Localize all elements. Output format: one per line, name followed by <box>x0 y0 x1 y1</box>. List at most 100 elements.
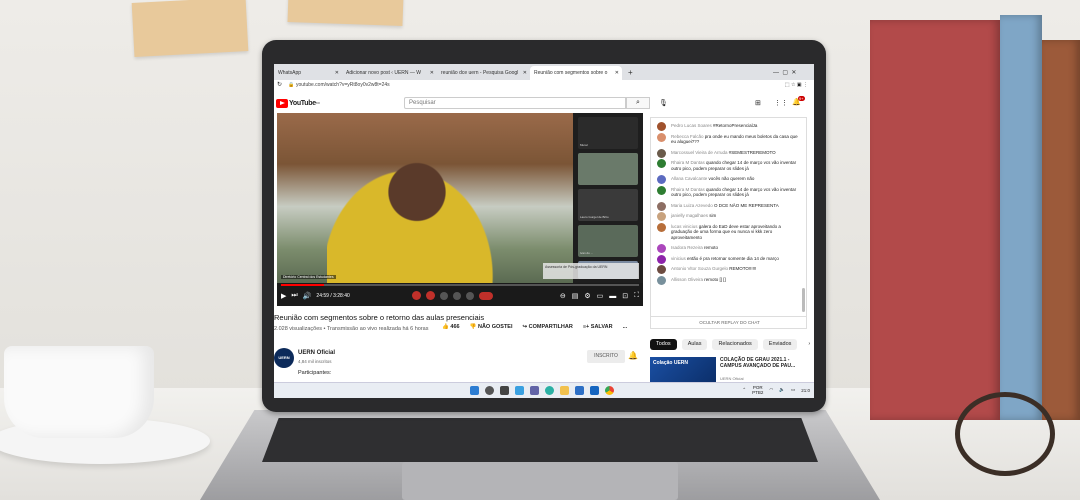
avatar[interactable] <box>657 122 666 131</box>
video-player[interactable]: Diretório Central dos Estudantes Mural L… <box>277 113 643 306</box>
volume-icon[interactable]: 🔊 <box>303 292 312 300</box>
avatar[interactable] <box>657 244 666 253</box>
chip-aulas[interactable]: Aulas <box>681 339 708 350</box>
fullscreen-icon[interactable]: ⛶ <box>634 292 639 300</box>
close-icon[interactable]: ✕ <box>335 66 339 80</box>
captions-button[interactable] <box>440 291 448 300</box>
subtitles-icon[interactable]: ▤ <box>572 292 579 300</box>
avatar[interactable] <box>657 275 666 285</box>
chat-author[interactable]: Antonio Vitor Souza Gurgelo <box>671 266 728 271</box>
share-button[interactable]: ↪ COMPARTILHAR <box>523 324 573 330</box>
extensions-icons[interactable]: ⬚ ☆ ▣ ⋮ <box>785 82 808 88</box>
avatar[interactable] <box>657 175 666 184</box>
chat-author[interactable]: janielly magalhaes <box>671 213 708 218</box>
recommended-video[interactable]: Colação UERN COLAÇÃO DE GRAU 2021.1 - CA… <box>650 357 810 382</box>
chip-todos[interactable]: Todos <box>650 339 677 350</box>
chip-relacionados[interactable]: Relacionados <box>712 339 758 350</box>
chip-enviados[interactable]: Enviados <box>762 339 798 350</box>
more-options-button[interactable] <box>466 291 474 300</box>
avatar[interactable]: UERN <box>274 348 294 368</box>
chat-author[interactable]: Rhaira M Dantas <box>671 160 705 165</box>
settings-icon[interactable]: ⚙ <box>584 292 590 300</box>
chat-author[interactable]: lucas vinicius <box>671 224 698 229</box>
video-thumbnail[interactable]: Colação UERN <box>650 357 716 382</box>
file-explorer-icon[interactable] <box>560 386 569 395</box>
avatar[interactable] <box>657 132 666 142</box>
edge-icon[interactable] <box>545 386 554 395</box>
task-view-icon[interactable] <box>500 386 509 395</box>
chat-author[interactable]: Pedro Lucas Soares <box>671 123 712 128</box>
wifi-icon[interactable]: ◠ <box>769 387 773 393</box>
store-icon[interactable] <box>575 386 584 395</box>
camera-off-button[interactable] <box>426 291 435 300</box>
avatar[interactable] <box>657 201 666 211</box>
search-button[interactable]: ⌕ <box>626 97 650 109</box>
tab-whatsapp[interactable]: WhatsApp ✕ <box>274 66 342 80</box>
teams-chat-icon[interactable] <box>530 386 539 395</box>
live-chat-replay: Pedro Lucas Soares #RetornoPresencialJa R… <box>650 117 807 329</box>
window-controls[interactable]: — ▢ ✕ <box>769 66 814 80</box>
battery-icon[interactable]: ▭ <box>791 387 795 393</box>
more-button[interactable]: ... <box>623 324 628 330</box>
subscribe-button[interactable]: INSCRITO <box>587 350 625 363</box>
close-icon[interactable]: ✕ <box>615 66 619 80</box>
windows-start-icon[interactable] <box>470 386 479 395</box>
chevron-up-icon[interactable]: ⌃ <box>742 387 746 393</box>
youtube-logo[interactable]: YouTube BR <box>276 98 320 108</box>
widgets-icon[interactable] <box>515 386 524 395</box>
tab-wordpress[interactable]: Adicionar novo post ‹ UERN — W ✕ <box>342 66 437 80</box>
chat-scrollbar[interactable] <box>802 288 805 312</box>
chat-author[interactable]: Allana Cavalcante <box>671 176 707 181</box>
dislike-button[interactable]: 👎 NÃO GOSTEI <box>470 324 513 330</box>
close-icon[interactable]: ✕ <box>523 66 527 80</box>
chat-author[interactable]: vinicius <box>671 256 686 261</box>
url-text[interactable]: youtube.com/watch?v=yRt8oy0v2w8t=24s <box>296 82 390 88</box>
close-icon[interactable]: ✕ <box>430 66 434 80</box>
hide-replay-button[interactable]: OCULTAR REPLAY DO CHAT <box>651 316 806 328</box>
apps-icon[interactable]: ⋮⋮ <box>774 99 788 107</box>
search-input[interactable]: Pesquisar <box>404 97 626 109</box>
play-icon[interactable]: ▶ <box>281 292 286 300</box>
chat-author[interactable]: Allisson Oliveira <box>671 277 703 282</box>
chip-next-arrow[interactable]: › <box>802 339 814 350</box>
keyboard-layout[interactable]: POR PTB2 <box>752 385 763 395</box>
mic-icon[interactable]: 🎙 <box>659 99 668 107</box>
mail-icon[interactable] <box>590 386 599 395</box>
search-icon[interactable] <box>485 386 494 395</box>
theater-icon[interactable]: ▬ <box>609 293 616 300</box>
next-icon[interactable]: ⏭ <box>291 292 297 300</box>
bell-icon[interactable]: 🔔 <box>628 351 638 360</box>
avatar[interactable] <box>657 265 666 274</box>
new-tab-button[interactable]: + <box>624 66 636 80</box>
mic-off-button[interactable] <box>412 291 421 300</box>
tab-youtube[interactable]: Reunião com segmentos sobre o ✕ <box>530 66 622 80</box>
progress-bar[interactable] <box>281 284 639 286</box>
chat-author[interactable]: Rhaira M Dantas <box>671 187 705 192</box>
chat-author[interactable]: Rebecca Falcão <box>671 134 704 139</box>
avatar[interactable] <box>657 185 666 195</box>
create-icon[interactable]: ⊞ <box>755 99 761 107</box>
hang-up-button[interactable] <box>479 291 493 300</box>
reload-icon[interactable]: ↻ <box>277 81 282 88</box>
like-button[interactable]: 👍 466 <box>442 324 460 330</box>
avatar[interactable] <box>657 254 666 264</box>
save-button[interactable]: ≡+ SALVAR <box>583 324 613 330</box>
tab-google[interactable]: reunião dce uern - Pesquisa Googl ✕ <box>437 66 530 80</box>
clock[interactable]: 21:0 <box>801 388 810 393</box>
autoplay-toggle[interactable]: ⊖ <box>560 292 566 300</box>
avatar[interactable] <box>657 159 666 168</box>
avatar[interactable] <box>657 148 666 158</box>
channel-name[interactable]: UERN Oficial <box>298 350 335 356</box>
cast-icon[interactable]: ⊡ <box>622 292 628 300</box>
avatar[interactable] <box>657 212 666 221</box>
avatar[interactable] <box>657 222 666 232</box>
recommended-title[interactable]: COLAÇÃO DE GRAU 2021.1 - CAMPUS AVANÇADO… <box>720 357 810 369</box>
chat-author[interactable]: Marcossuel Vieira de Arruda <box>671 150 727 155</box>
miniplayer-icon[interactable]: ▭ <box>597 292 604 300</box>
present-button[interactable] <box>453 291 461 300</box>
volume-icon[interactable]: 🔈 <box>779 387 785 393</box>
chat-author[interactable]: Maria Luiza Azevedo <box>671 203 713 208</box>
chat-author[interactable]: Isadora Rezeira <box>671 245 703 250</box>
chrome-icon[interactable] <box>605 386 614 395</box>
address-bar[interactable]: ↻ 🔒 youtube.com/watch?v=yRt8oy0v2w8t=24s… <box>274 80 814 94</box>
